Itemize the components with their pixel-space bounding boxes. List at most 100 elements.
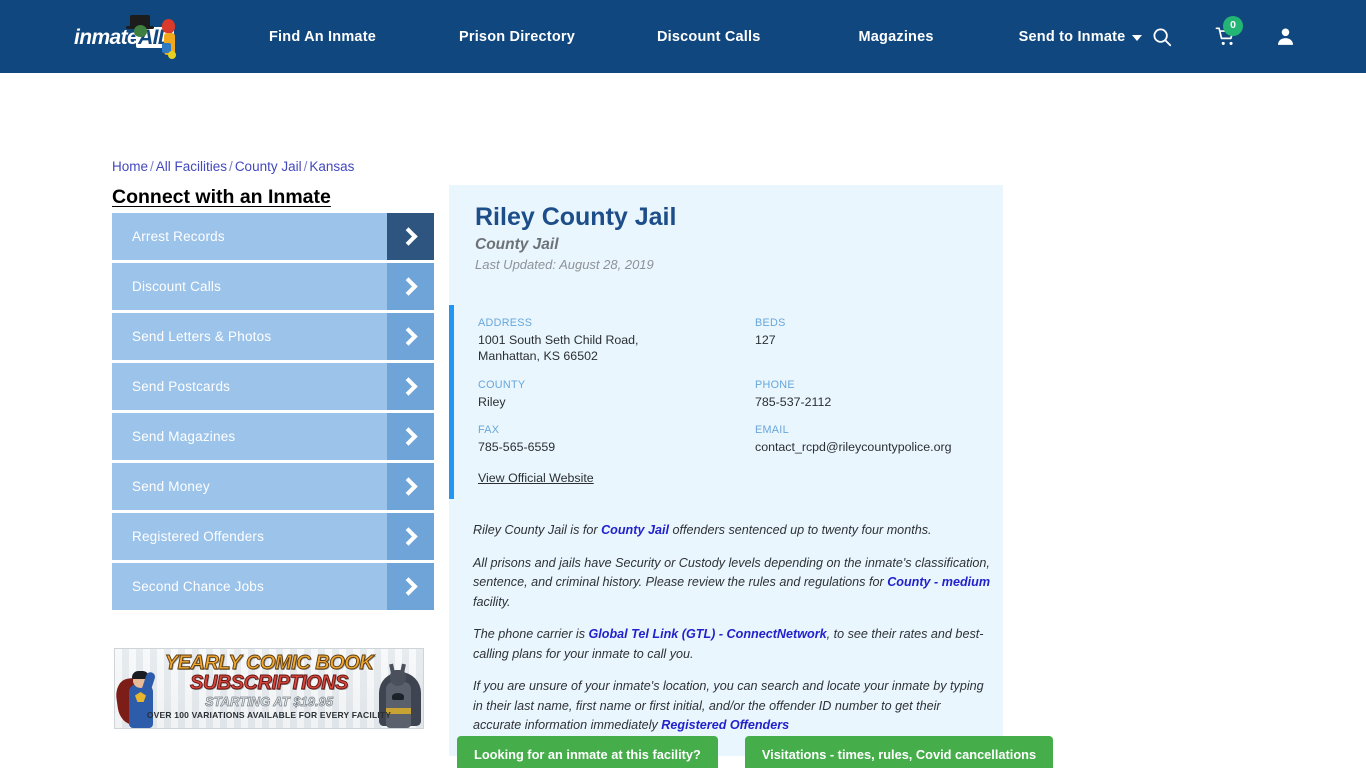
visitations-button[interactable]: Visitations - times, rules, Covid cancel… bbox=[744, 736, 1054, 768]
connect-with-inmate-heading: Connect with an Inmate bbox=[112, 186, 331, 208]
sidebar-menu: Arrest Records Discount Calls Send Lette… bbox=[112, 213, 434, 613]
nav-item-discount-calls[interactable]: Discount Calls bbox=[657, 29, 761, 45]
link-registered-offenders[interactable]: Registered Offenders bbox=[661, 718, 789, 732]
breadcrumb: Home / All Facilities / County Jail / Kansas bbox=[112, 159, 354, 174]
comic-book-subscription-ad[interactable]: YEARLY COMIC BOOK SUBSCRIPTIONS STARTING… bbox=[114, 648, 424, 729]
detail-label: COUNTY bbox=[478, 378, 526, 391]
chevron-down-icon bbox=[1132, 34, 1143, 41]
breadcrumb-separator: / bbox=[303, 159, 308, 174]
link-county-medium[interactable]: County - medium bbox=[887, 575, 990, 589]
page-title: Riley County Jail bbox=[475, 203, 677, 231]
facility-type-subtitle: County Jail bbox=[475, 235, 559, 253]
breadcrumb-separator: / bbox=[229, 159, 233, 174]
sidebar-item-label: Second Chance Jobs bbox=[132, 579, 264, 594]
logo-bird-foot-icon bbox=[168, 51, 176, 59]
logo-text-inmate: inmate bbox=[74, 25, 139, 49]
detail-label: FAX bbox=[478, 423, 500, 436]
description-paragraph-1: Riley County Jail is for County Jail off… bbox=[473, 521, 991, 541]
ad-subtext: OVER 100 VARIATIONS AVAILABLE FOR EVERY … bbox=[146, 710, 392, 720]
chevron-right-icon bbox=[387, 263, 434, 310]
desc-text: offenders sentenced up to twenty four mo… bbox=[668, 523, 932, 538]
accent-bar bbox=[449, 304, 454, 500]
sidebar-item-label: Send Letters & Photos bbox=[132, 329, 272, 344]
detail-beds: BEDS 127 bbox=[755, 317, 1003, 379]
detail-label: EMAIL bbox=[755, 423, 789, 436]
detail-email: EMAIL contact_rcpd@rileycountypolice.org bbox=[755, 424, 1003, 469]
detail-value: 1001 South Seth Child Road, Manhattan, K… bbox=[478, 332, 639, 364]
sidebar-item-label: Send Money bbox=[132, 479, 210, 494]
logo-text-aid: AID bbox=[136, 25, 175, 49]
description-paragraph-2: All prisons and jails have Security or C… bbox=[473, 554, 991, 613]
sidebar-item-send-postcards[interactable]: Send Postcards bbox=[112, 363, 434, 410]
search-icon[interactable] bbox=[1149, 24, 1175, 50]
facility-description: Riley County Jail is for County Jail off… bbox=[449, 499, 1003, 756]
sidebar-item-label: Arrest Records bbox=[132, 229, 225, 244]
nav-icon-group: 0 bbox=[1149, 0, 1366, 73]
breadcrumb-item-all-facilities[interactable]: All Facilities bbox=[156, 159, 227, 174]
sidebar-item-send-money[interactable]: Send Money bbox=[112, 463, 434, 510]
breadcrumb-item-county-jail[interactable]: County Jail bbox=[235, 159, 302, 174]
sidebar-item-arrest-records[interactable]: Arrest Records bbox=[112, 213, 434, 260]
facility-details-panel: ADDRESS 1001 South Seth Child Road, Manh… bbox=[449, 304, 1003, 500]
description-paragraph-3: The phone carrier is Global Tel Link (GT… bbox=[473, 625, 991, 664]
detail-label: BEDS bbox=[755, 316, 786, 329]
ad-headline-top: YEARLY COMIC BOOK bbox=[164, 652, 374, 674]
primary-nav-links: Find An Inmate Prison Directory Discount… bbox=[250, 0, 1143, 73]
desc-text: The phone carrier is bbox=[473, 627, 589, 642]
description-paragraph-4: If you are unsure of your inmate's locat… bbox=[473, 677, 991, 736]
sidebar-item-label: Discount Calls bbox=[132, 279, 222, 294]
last-updated-text: Last Updated: August 28, 2019 bbox=[475, 256, 654, 272]
sidebar-item-label: Send Magazines bbox=[132, 429, 236, 444]
detail-county: COUNTY Riley bbox=[478, 379, 755, 424]
top-navigation-bar: inmateAID Find An Inmate Prison Director… bbox=[0, 0, 1366, 73]
breadcrumb-separator: / bbox=[150, 159, 154, 174]
desc-text: facility. bbox=[473, 594, 511, 609]
link-county-jail[interactable]: County Jail bbox=[601, 523, 669, 537]
chevron-right-icon bbox=[387, 213, 434, 260]
chevron-right-icon bbox=[387, 363, 434, 410]
chevron-right-icon bbox=[387, 563, 434, 610]
detail-phone: PHONE 785-537-2112 bbox=[755, 379, 1003, 424]
breadcrumb-item-kansas[interactable]: Kansas bbox=[309, 159, 354, 174]
chevron-right-icon bbox=[387, 313, 434, 360]
logo-wordmark: inmateAID bbox=[74, 25, 175, 49]
sidebar-item-send-letters-photos[interactable]: Send Letters & Photos bbox=[112, 313, 434, 360]
facility-info-card: Riley County Jail County Jail Last Updat… bbox=[449, 185, 1003, 756]
chevron-right-icon bbox=[387, 413, 434, 460]
nav-item-send-to-inmate-label: Send to Inmate bbox=[1018, 28, 1126, 45]
detail-label: ADDRESS bbox=[478, 316, 533, 329]
nav-item-find-an-inmate[interactable]: Find An Inmate bbox=[269, 29, 376, 45]
site-logo[interactable]: inmateAID bbox=[74, 15, 190, 59]
sidebar-item-send-magazines[interactable]: Send Magazines bbox=[112, 413, 434, 460]
detail-address: ADDRESS 1001 South Seth Child Road, Manh… bbox=[478, 317, 755, 379]
nav-item-magazines[interactable]: Magazines bbox=[859, 29, 934, 45]
looking-for-inmate-button[interactable]: Looking for an inmate at this facility? bbox=[457, 736, 718, 768]
sidebar-item-label: Registered Offenders bbox=[132, 529, 265, 544]
nav-item-send-to-inmate[interactable]: Send to Inmate bbox=[1019, 29, 1143, 45]
breadcrumb-item-home[interactable]: Home bbox=[112, 159, 148, 174]
cart-count-badge: 0 bbox=[1223, 15, 1243, 36]
detail-fax: FAX 785-565-6559 bbox=[478, 424, 755, 469]
link-phone-carrier[interactable]: Global Tel Link (GTL) - ConnectNetwork bbox=[589, 627, 827, 641]
detail-value: 785-565-6559 bbox=[478, 439, 556, 454]
nav-item-prison-directory[interactable]: Prison Directory bbox=[459, 29, 575, 45]
shopping-cart-icon[interactable]: 0 bbox=[1212, 15, 1243, 51]
sidebar-item-discount-calls[interactable]: Discount Calls bbox=[112, 263, 434, 310]
sidebar-item-second-chance-jobs[interactable]: Second Chance Jobs bbox=[112, 563, 434, 610]
detail-value: 127 bbox=[755, 332, 776, 347]
sidebar-item-registered-offenders[interactable]: Registered Offenders bbox=[112, 513, 434, 560]
chevron-right-icon bbox=[387, 463, 434, 510]
detail-label: PHONE bbox=[755, 378, 795, 391]
detail-value: Riley bbox=[478, 394, 506, 409]
view-official-website-link[interactable]: View Official Website bbox=[478, 471, 594, 485]
user-account-icon[interactable] bbox=[1273, 25, 1297, 49]
facility-details-grid: ADDRESS 1001 South Seth Child Road, Manh… bbox=[449, 317, 1003, 470]
chevron-right-icon bbox=[387, 513, 434, 560]
detail-value: contact_rcpd@rileycountypolice.org bbox=[755, 439, 952, 454]
detail-value: 785-537-2112 bbox=[755, 394, 832, 409]
ad-headline-bottom: SUBSCRIPTIONS bbox=[190, 672, 349, 694]
sidebar-item-label: Send Postcards bbox=[132, 379, 231, 394]
action-button-row: Looking for an inmate at this facility? … bbox=[457, 736, 1054, 768]
desc-text: Riley County Jail is for bbox=[473, 523, 602, 538]
ad-price-text: STARTING AT $19.95 bbox=[204, 694, 334, 709]
